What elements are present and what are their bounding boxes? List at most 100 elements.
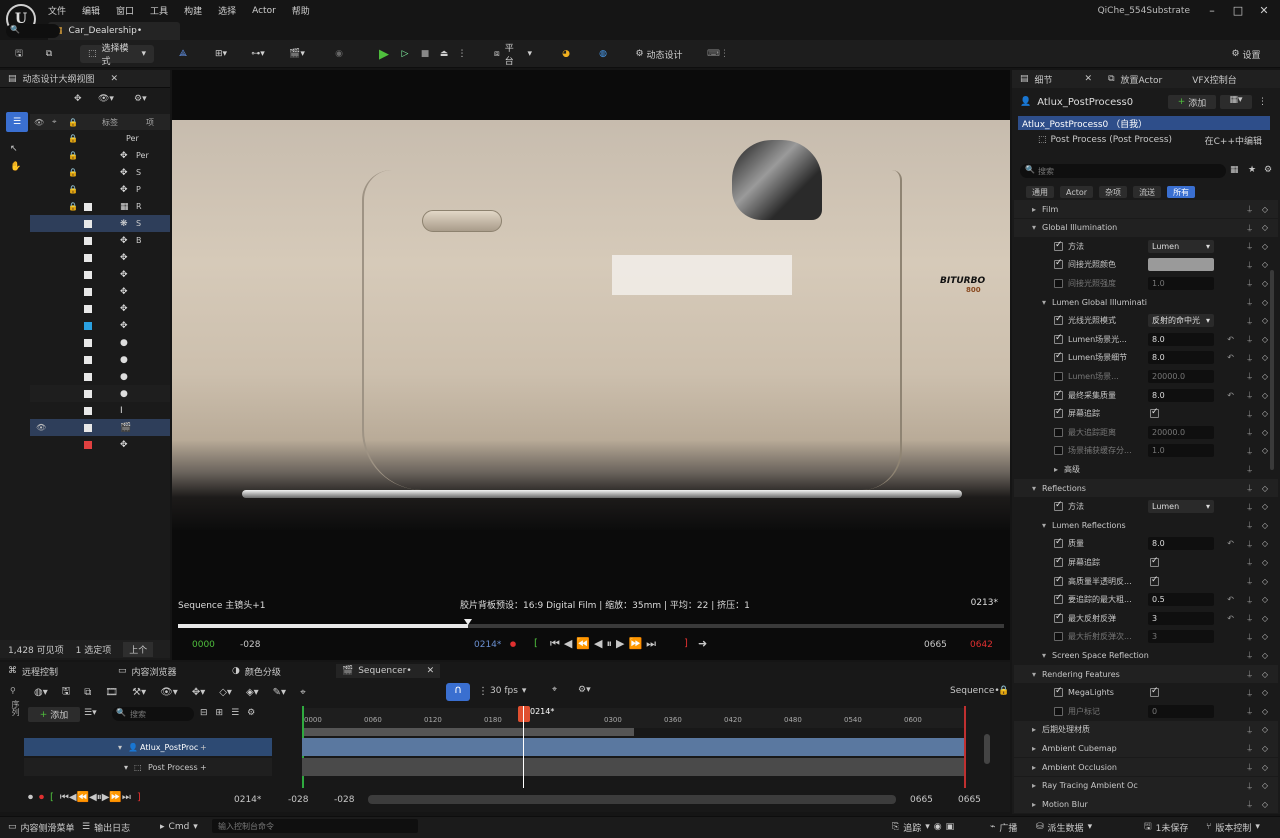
- property-row[interactable]: 屏幕追踪 ⍊ ◇: [1014, 553, 1278, 571]
- animate-icon[interactable]: ⍊: [1247, 334, 1252, 344]
- outliner-row[interactable]: ●: [30, 334, 170, 351]
- bracket-start-icon[interactable]: [: [534, 638, 538, 649]
- override-checkbox[interactable]: [1054, 240, 1063, 251]
- property-row[interactable]: 质量 8.0 ↶ ⍊ ◇: [1014, 535, 1278, 553]
- property-row[interactable]: 场景捕获缓存分... 1.0 ⍊ ◇: [1014, 442, 1278, 460]
- expand-arrow-icon[interactable]: ▸: [1032, 744, 1036, 753]
- menu-help[interactable]: 帮助: [292, 4, 310, 17]
- tab-remote-control[interactable]: ⌘ 远程控制: [8, 664, 58, 678]
- keyframe-icon[interactable]: ◇: [1262, 781, 1268, 790]
- add-actor-icon[interactable]: ⊞▾: [208, 45, 234, 63]
- lock-icon[interactable]: 🔒: [68, 185, 78, 194]
- blueprint-icon[interactable]: ⊶▾: [244, 45, 272, 63]
- settings-icon[interactable]: ⚙: [247, 708, 255, 718]
- eye-icon[interactable]: 👁▾: [160, 687, 178, 698]
- expand-arrow-icon[interactable]: ▸: [1032, 763, 1036, 772]
- keyframe-icon[interactable]: ◇: [1262, 223, 1268, 232]
- menu-select[interactable]: 选择: [218, 4, 236, 17]
- menu-actor[interactable]: Actor: [252, 6, 276, 16]
- override-checkbox[interactable]: [1054, 407, 1063, 419]
- output-log-button[interactable]: ☰ 输出日志: [82, 820, 130, 834]
- property-row[interactable]: 用户标记 0 ⍊ ◇: [1014, 702, 1278, 720]
- override-checkbox[interactable]: [1054, 612, 1063, 623]
- animate-icon[interactable]: ⍊: [1247, 688, 1252, 698]
- lock-icon[interactable]: 🔒: [998, 686, 1009, 696]
- key-icon[interactable]: ◇▾: [219, 687, 232, 698]
- lock-icon[interactable]: 🔒: [68, 168, 78, 177]
- reset-icon[interactable]: ↶: [1227, 391, 1234, 400]
- animate-icon[interactable]: ⍊: [1247, 223, 1252, 233]
- keyframe-icon[interactable]: ◇: [1262, 409, 1268, 418]
- expand-arrow-icon[interactable]: ▾: [1042, 651, 1046, 660]
- animate-icon[interactable]: ⍊: [1247, 260, 1252, 270]
- outliner-row[interactable]: 🎬 👁: [30, 419, 170, 436]
- keyframe-icon[interactable]: ◇: [1262, 614, 1268, 623]
- modeling-mode-icon[interactable]: ⟁: [174, 45, 192, 63]
- select-mode-dropdown[interactable]: ⬚ 选择模式 ▾: [80, 44, 154, 67]
- panel-icon[interactable]: ⚲: [10, 686, 16, 695]
- outliner-row[interactable]: ✥: [30, 266, 170, 283]
- override-checkbox[interactable]: [1054, 314, 1063, 326]
- outliner-row[interactable]: ✥ 🔒 S: [30, 164, 170, 181]
- property-value-input[interactable]: 8.0: [1148, 351, 1214, 365]
- expand-arrow-icon[interactable]: ▾: [1032, 670, 1036, 679]
- tab-vfx-console[interactable]: VFX控制台: [1192, 73, 1237, 86]
- reset-icon[interactable]: ↶: [1227, 353, 1234, 362]
- keyframe-icon[interactable]: ◇: [1262, 800, 1268, 809]
- animate-icon[interactable]: ⍊: [1247, 278, 1252, 288]
- col-item[interactable]: 项: [146, 117, 154, 128]
- track-scrollbar[interactable]: [984, 734, 990, 764]
- keyframe-icon[interactable]: ◇: [1262, 316, 1268, 325]
- more-icon[interactable]: ⋮: [478, 686, 488, 697]
- auto-key-icon[interactable]: ◈▾: [246, 687, 259, 698]
- property-value-input[interactable]: 0.5: [1148, 593, 1214, 607]
- property-row[interactable]: ▾ Screen Space Reflection ⍊ ◇: [1014, 646, 1278, 664]
- property-row[interactable]: ▸ Ambient Cubemap ⍊ ◇: [1014, 739, 1278, 758]
- override-checkbox[interactable]: [1054, 427, 1063, 437]
- override-checkbox[interactable]: [1054, 389, 1063, 400]
- expand-arrow-icon[interactable]: ▸: [1032, 725, 1036, 734]
- expand-arrow-icon[interactable]: ▾: [1042, 521, 1046, 530]
- override-checkbox[interactable]: [1054, 706, 1063, 716]
- keyframe-icon[interactable]: ◇: [1262, 353, 1268, 362]
- content-drawer-button[interactable]: ▭ 内容侧滑菜单: [8, 820, 75, 834]
- cursor-icon[interactable]: ↖: [10, 144, 18, 154]
- collapse-icon[interactable]: ⊟: [200, 708, 208, 718]
- animate-icon[interactable]: ⍊: [1247, 483, 1252, 493]
- property-row[interactable]: 方法 Lumen ▾ ⍊ ◇: [1014, 237, 1278, 255]
- marketplace-icon[interactable]: ◕: [557, 45, 575, 63]
- animate-icon[interactable]: ⍊: [1247, 743, 1252, 753]
- property-dropdown[interactable]: Lumen ▾: [1148, 500, 1214, 514]
- lock-icon[interactable]: 🔒: [68, 134, 78, 143]
- property-value-input[interactable]: 1.0: [1148, 276, 1214, 290]
- filter-list-icon[interactable]: ☰: [6, 112, 28, 132]
- menu-build[interactable]: 构建: [184, 4, 202, 17]
- expand-arrow-icon[interactable]: ▾: [1032, 223, 1036, 232]
- edit-in-cpp-link[interactable]: 在C++中编辑: [1205, 134, 1262, 147]
- animate-icon[interactable]: ⍊: [1247, 204, 1252, 214]
- expand-arrow-icon[interactable]: ▾: [124, 763, 128, 772]
- reset-icon[interactable]: ↶: [1227, 614, 1234, 623]
- animate-icon[interactable]: ⍊: [1247, 371, 1252, 381]
- property-row[interactable]: 最大追踪距离 20000.0 ⍊ ◇: [1014, 423, 1278, 441]
- filter-actor[interactable]: Actor: [1060, 186, 1094, 198]
- property-checkbox[interactable]: [1150, 686, 1159, 698]
- outliner-row[interactable]: ●: [30, 368, 170, 385]
- animate-icon[interactable]: ⍊: [1247, 464, 1252, 474]
- keyframe-icon[interactable]: ◇: [1262, 502, 1268, 511]
- tools-icon[interactable]: ⚒▾: [132, 687, 146, 698]
- outliner-row[interactable]: ✥ B: [30, 232, 170, 249]
- expand-arrow-icon[interactable]: ▾: [118, 743, 122, 752]
- property-row[interactable]: 最终采集质量 8.0 ↶ ⍊ ◇: [1014, 386, 1278, 404]
- property-row[interactable]: ▸ 高级 ⍊: [1014, 460, 1278, 478]
- override-checkbox[interactable]: [1054, 593, 1063, 605]
- color-swatch[interactable]: [1148, 258, 1214, 272]
- broadcast-button[interactable]: ⌁ 广播: [990, 820, 1017, 834]
- keyframe-icon[interactable]: ◇: [1262, 763, 1268, 772]
- tab-color-grading[interactable]: ◑ 颜色分级: [232, 664, 281, 678]
- prev-button[interactable]: 上个: [123, 641, 154, 657]
- playhead-icon[interactable]: [464, 619, 472, 625]
- self-component-row[interactable]: Atlux_PostProcess0 （自我）: [1018, 116, 1270, 130]
- track-row-post-process[interactable]: ▾ ⬚ Post Process +: [24, 758, 272, 776]
- close-tab-icon[interactable]: ✕: [1085, 74, 1093, 84]
